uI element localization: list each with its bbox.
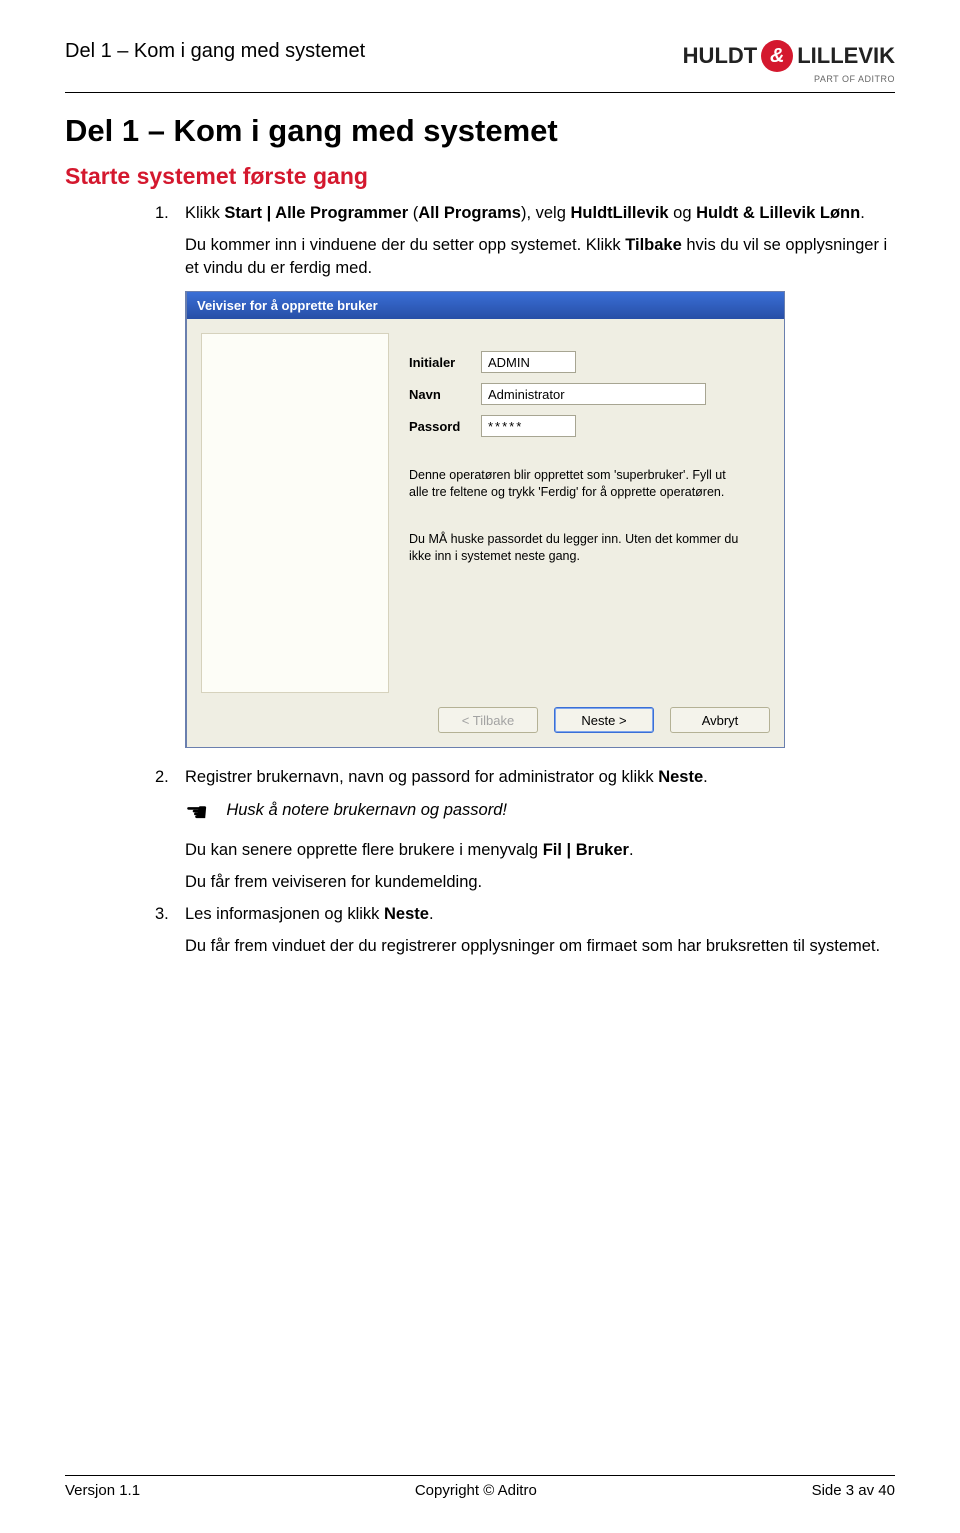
- step-number: 1.: [155, 202, 185, 279]
- step-number: 2.: [155, 766, 185, 788]
- step-text: Klikk Start | Alle Programmer (All Progr…: [185, 202, 895, 279]
- dialog-help-1: Denne operatøren blir opprettet som 'sup…: [409, 467, 739, 501]
- dialog-titlebar: Veiviser for å opprette bruker: [187, 292, 784, 320]
- input-navn[interactable]: Administrator: [481, 383, 706, 405]
- dialog-help-2: Du MÅ huske passordet du legger inn. Ute…: [409, 531, 739, 565]
- note-text: Husk å notere brukernavn og passord!: [226, 799, 507, 821]
- page-title: Del 1 – Kom i gang med systemet: [65, 113, 895, 149]
- input-passord[interactable]: *****: [481, 415, 576, 437]
- dialog-side-panel: [201, 333, 389, 693]
- next-button[interactable]: Neste >: [554, 707, 654, 733]
- step-text: Registrer brukernavn, navn og passord fo…: [185, 766, 895, 788]
- wizard-dialog: Veiviser for å opprette bruker Initialer…: [185, 291, 785, 749]
- footer-copyright: Copyright © Aditro: [415, 1482, 537, 1499]
- input-initialer[interactable]: ADMIN: [481, 351, 576, 373]
- label-navn: Navn: [409, 386, 481, 404]
- step-text: Du kan senere opprette flere brukere i m…: [185, 839, 895, 861]
- footer-rule: [65, 1475, 895, 1476]
- section-heading: Starte systemet første gang: [65, 163, 895, 190]
- cancel-button[interactable]: Avbryt: [670, 707, 770, 733]
- step-text: Les informasjonen og klikk Neste. Du får…: [185, 903, 895, 958]
- footer-version: Versjon 1.1: [65, 1482, 140, 1499]
- logo-subtitle: PART OF ADITRO: [814, 74, 895, 84]
- pointing-hand-icon: ☚: [185, 799, 208, 825]
- step-text: Du får frem veiviseren for kundemelding.: [185, 871, 895, 893]
- label-initialer: Initialer: [409, 354, 481, 372]
- logo-ampersand-icon: &: [761, 40, 793, 72]
- step-number: 3.: [155, 903, 185, 958]
- logo-text-left: HULDT: [683, 43, 758, 69]
- header-rule: [65, 92, 895, 93]
- back-button: < Tilbake: [438, 707, 538, 733]
- running-head: Del 1 – Kom i gang med systemet: [65, 40, 365, 63]
- footer-page: Side 3 av 40: [812, 1482, 895, 1499]
- logo-text-right: LILLEVIK: [797, 43, 895, 69]
- label-passord: Passord: [409, 418, 481, 436]
- brand-logo: HULDT & LILLEVIK PART OF ADITRO: [683, 40, 895, 84]
